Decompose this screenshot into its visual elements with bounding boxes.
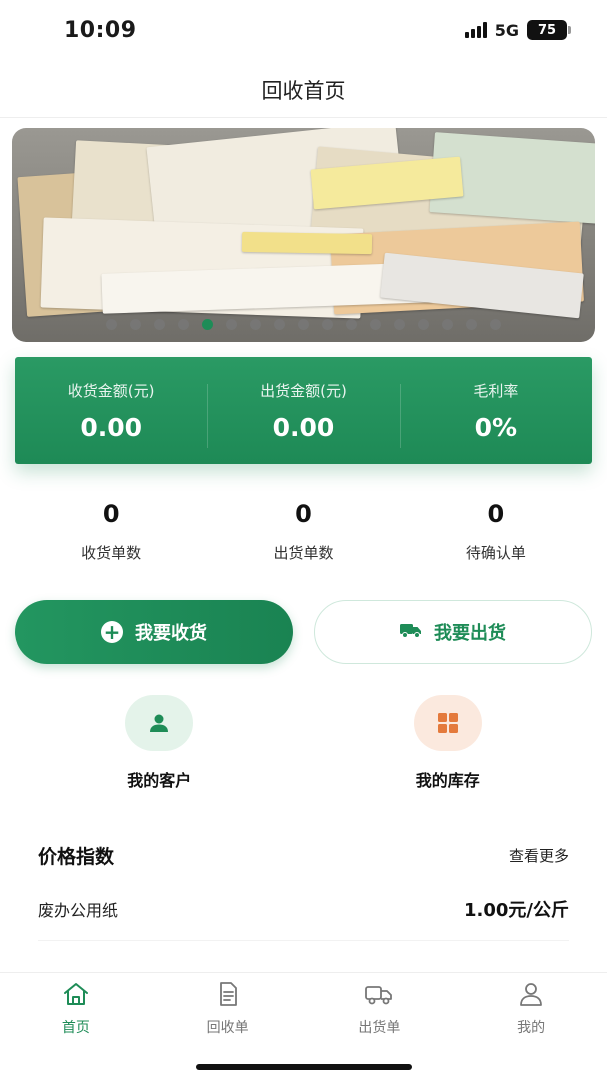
truck-icon: [400, 622, 422, 643]
carousel-dot[interactable]: [322, 319, 333, 330]
stat-value: 0.00: [80, 412, 142, 442]
truck-icon: [364, 981, 394, 1011]
home-indicator[interactable]: [196, 1064, 412, 1070]
shortcut-label: 我的库存: [415, 771, 480, 790]
carousel-dot[interactable]: [274, 319, 285, 330]
ship-goods-button[interactable]: 我要出货: [314, 600, 592, 664]
price-row[interactable]: 废办公用纸 1.00元/公斤: [38, 896, 569, 922]
status-bar: 10:09 5G 75: [0, 0, 607, 62]
bottom-tab-bar: 首页 回收单 出货单 我的: [0, 972, 607, 1080]
receive-goods-label: 我要收货: [135, 623, 207, 644]
price-item-value: 1.00元/公斤: [464, 900, 569, 921]
tab-label: 首页: [61, 1020, 90, 1036]
carousel-dot[interactable]: [442, 319, 453, 330]
count-ship-orders[interactable]: 0 出货单数: [207, 500, 399, 563]
stat-label: 收货金额(元): [67, 381, 155, 400]
carousel-dot[interactable]: [154, 319, 165, 330]
carousel-dot[interactable]: [250, 319, 261, 330]
carousel-dot[interactable]: [370, 319, 381, 330]
count-label: 出货单数: [273, 544, 334, 562]
carousel-dot[interactable]: [394, 319, 405, 330]
user-icon: [125, 695, 194, 751]
count-receive-orders[interactable]: 0 收货单数: [15, 500, 207, 563]
order-counts: 0 收货单数 0 出货单数 0 待确认单: [15, 500, 592, 563]
plus-circle-icon: +: [101, 621, 123, 643]
signal-icon: [464, 22, 487, 38]
action-buttons: + 我要收货 我要出货: [15, 600, 592, 664]
count-value: 0: [102, 500, 120, 528]
receive-goods-button[interactable]: + 我要收货: [15, 600, 293, 664]
banner-image: [12, 128, 595, 342]
carousel-dot[interactable]: [226, 319, 237, 330]
stat-label: 出货金额(元): [260, 381, 347, 400]
tab-label: 出货单: [358, 1020, 401, 1036]
count-value: 0: [487, 500, 505, 528]
document-icon: [214, 981, 242, 1011]
tab-home[interactable]: 首页: [0, 973, 152, 1080]
carousel-dot[interactable]: [106, 319, 117, 330]
carousel-dot[interactable]: [178, 319, 189, 330]
carousel-dot[interactable]: [346, 319, 357, 330]
price-index-title: 价格指数: [38, 846, 115, 868]
user-icon: [517, 981, 545, 1011]
divider: [38, 940, 569, 941]
carousel-dots[interactable]: [12, 319, 595, 330]
battery-level: 75: [537, 22, 557, 38]
count-label: 收货单数: [81, 544, 142, 562]
battery-icon: 75: [527, 20, 571, 40]
my-inventory-shortcut[interactable]: 我的库存: [304, 695, 593, 791]
stat-receive-amount: 收货金额(元) 0.00: [15, 380, 207, 442]
page-title: 回收首页: [261, 78, 346, 103]
count-label: 待确认单: [465, 544, 526, 562]
my-customers-shortcut[interactable]: 我的客户: [15, 695, 304, 791]
status-time: 10:09: [64, 18, 137, 43]
carousel-dot[interactable]: [130, 319, 141, 330]
count-value: 0: [295, 500, 312, 528]
stat-label: 毛利率: [473, 381, 519, 400]
status-indicators: 5G 75: [464, 20, 571, 40]
banner-carousel[interactable]: [12, 128, 595, 342]
network-type: 5G: [494, 20, 519, 40]
count-pending-orders[interactable]: 0 待确认单: [400, 500, 592, 563]
grid-icon: [413, 695, 482, 751]
carousel-dot[interactable]: [298, 319, 309, 330]
stat-ship-amount: 出货金额(元) 0.00: [207, 380, 399, 448]
tab-profile[interactable]: 我的: [455, 973, 607, 1080]
tab-label: 我的: [517, 1020, 546, 1036]
price-index-header: 价格指数 查看更多: [38, 842, 569, 869]
stat-gross-margin: 毛利率 0%: [399, 380, 592, 448]
carousel-dot[interactable]: [490, 319, 501, 330]
ship-goods-label: 我要出货: [434, 623, 506, 644]
navigation-bar: 回收首页: [0, 62, 607, 118]
tab-label: 回收单: [206, 1020, 249, 1036]
price-item-name: 废办公用纸: [38, 901, 119, 920]
shortcut-grid: 我的客户 我的库存: [15, 695, 592, 791]
carousel-dot[interactable]: [466, 319, 477, 330]
view-more-link[interactable]: 查看更多: [509, 845, 569, 866]
carousel-dot[interactable]: [202, 319, 213, 330]
stats-card: 收货金额(元) 0.00 出货金额(元) 0.00 毛利率 0%: [15, 357, 592, 464]
stat-value: 0%: [474, 412, 518, 442]
stat-value: 0.00: [272, 412, 335, 442]
shortcut-label: 我的客户: [127, 771, 192, 790]
carousel-dot[interactable]: [418, 319, 429, 330]
home-icon: [62, 981, 90, 1011]
